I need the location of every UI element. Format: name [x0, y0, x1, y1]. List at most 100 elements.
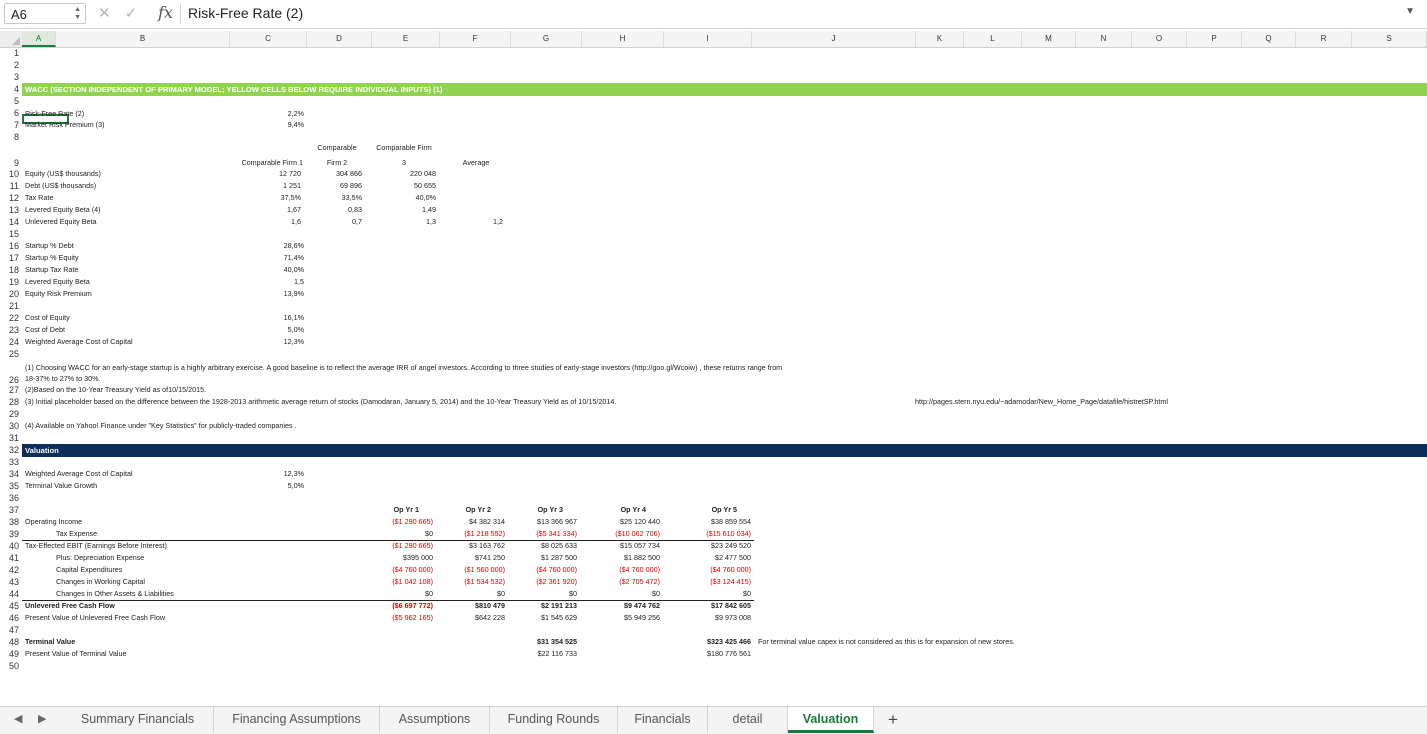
row-header-6[interactable]: 6 [0, 108, 22, 118]
wacc-section-header[interactable]: WACC (SECTION INDEPENDENT OF PRIMARY MOD… [22, 83, 1427, 96]
valuation-line-label[interactable]: Tax Expense [56, 529, 97, 538]
valuation-value[interactable]: ($4 760 000) [570, 565, 660, 574]
valuation-value[interactable]: $0 [570, 589, 660, 598]
column-header-p[interactable]: P [1187, 31, 1242, 47]
valuation-wacc-value[interactable]: 12,3% [184, 469, 304, 478]
valuation-value[interactable]: $17 842 605 [661, 601, 751, 610]
row-header-32[interactable]: 32 [0, 445, 22, 455]
startup-value[interactable]: 1,5 [184, 277, 304, 286]
year-header[interactable]: Op Yr 3 [503, 505, 563, 514]
row-header-36[interactable]: 36 [0, 493, 22, 503]
row-header-27[interactable]: 27 [0, 385, 22, 395]
column-header-n[interactable]: N [1076, 31, 1132, 47]
terminal-value-note[interactable]: For terminal value capex is not consider… [758, 637, 1015, 646]
startup-label[interactable]: Levered Equity Beta [25, 277, 90, 286]
terminal-value-g[interactable]: $31 354 525 [487, 637, 577, 646]
pv-terminal-i[interactable]: $180 776 561 [661, 649, 751, 658]
comp-row-label[interactable]: Tax Rate [25, 193, 53, 202]
valuation-value[interactable]: ($5 341 334) [487, 529, 577, 538]
row-header-4[interactable]: 4 [0, 84, 22, 94]
row-header-47[interactable]: 47 [0, 625, 22, 635]
year-header[interactable]: Op Yr 5 [677, 505, 737, 514]
valuation-section-header[interactable]: Valuation [22, 444, 1427, 457]
row-header-9[interactable]: 9 [0, 158, 22, 168]
column-header-j[interactable]: J [752, 31, 916, 47]
valuation-value[interactable]: ($2 361 920) [487, 577, 577, 586]
row-header-23[interactable]: 23 [0, 325, 22, 335]
tab-detail[interactable]: detail [708, 707, 788, 733]
startup-value[interactable]: 71,4% [184, 253, 304, 262]
valuation-value[interactable]: $9 474 762 [570, 601, 660, 610]
row-header-44[interactable]: 44 [0, 589, 22, 599]
row-header-1[interactable]: 1 [0, 48, 22, 58]
valuation-line-label[interactable]: Tax-Effected EBIT (Earnings Before Inter… [25, 541, 167, 550]
cost-value[interactable]: 12,3% [184, 337, 304, 346]
column-header-q[interactable]: Q [1242, 31, 1296, 47]
row-header-14[interactable]: 14 [0, 217, 22, 227]
row-header-29[interactable]: 29 [0, 409, 22, 419]
cost-label[interactable]: Cost of Debt [25, 325, 65, 334]
valuation-value[interactable]: ($15 610 034) [661, 529, 751, 538]
row-header-7[interactable]: 7 [0, 120, 22, 130]
valuation-line-label[interactable]: Capital Expenditures [56, 565, 122, 574]
year-header[interactable]: Op Yr 1 [359, 505, 419, 514]
pv-terminal-label[interactable]: Present Value of Terminal Value [25, 649, 126, 658]
risk-free-value[interactable]: 2,2% [184, 109, 304, 118]
column-header-d[interactable]: D [307, 31, 372, 47]
comp-row-label[interactable]: Unlevered Equity Beta [25, 217, 97, 226]
valuation-wacc-label[interactable]: Weighted Average Cost of Capital [25, 469, 133, 478]
tab-valuation[interactable]: Valuation [788, 707, 874, 733]
column-header-f[interactable]: F [440, 31, 511, 47]
valuation-line-label[interactable]: Unlevered Free Cash Flow [25, 601, 115, 610]
column-header-h[interactable]: H [582, 31, 664, 47]
cost-value[interactable]: 5,0% [184, 325, 304, 334]
column-header-l[interactable]: L [964, 31, 1022, 47]
valuation-value[interactable]: $25 120 440 [570, 517, 660, 526]
valuation-value[interactable]: ($10 062 706) [570, 529, 660, 538]
row-header-38[interactable]: 38 [0, 517, 22, 527]
column-header-s[interactable]: S [1352, 31, 1427, 47]
valuation-value[interactable]: ($3 124 415) [661, 577, 751, 586]
select-all-corner[interactable] [0, 31, 23, 47]
comp-row-label[interactable]: Debt (US$ thousands) [25, 181, 96, 190]
column-header-c[interactable]: C [230, 31, 307, 47]
next-sheet-icon[interactable]: ▶ [38, 712, 46, 725]
name-box-stepper-icon[interactable]: ▲ ▼ [74, 6, 81, 22]
valuation-line-label[interactable]: Plus: Depreciation Expense [56, 553, 144, 562]
row-header-49[interactable]: 49 [0, 649, 22, 659]
column-header-g[interactable]: G [511, 31, 582, 47]
comp-row-label[interactable]: Levered Equity Beta (4) [25, 205, 101, 214]
add-sheet-icon[interactable]: + [888, 710, 898, 730]
startup-label[interactable]: Startup % Debt [25, 241, 74, 250]
column-header-a[interactable]: A [22, 31, 56, 47]
note-1-cont[interactable]: 18-37% to 27% to 30%. [25, 374, 101, 383]
valuation-line-label[interactable]: Present Value of Unlevered Free Cash Flo… [25, 613, 165, 622]
market-risk-premium-label[interactable]: Market Risk Premium (3) [25, 120, 104, 129]
name-box[interactable]: A6 ▲ ▼ [4, 3, 86, 24]
comp3-header[interactable]: Comparable Firm [354, 143, 454, 152]
comp3-value[interactable]: 1,49 [316, 205, 436, 214]
row-header-40[interactable]: 40 [0, 541, 22, 551]
startup-label[interactable]: Startup % Equity [25, 253, 79, 262]
cost-label[interactable]: Weighted Average Cost of Capital [25, 337, 133, 346]
tab-summary-financials[interactable]: Summary Financials [62, 707, 214, 733]
row-header-24[interactable]: 24 [0, 337, 22, 347]
note-2[interactable]: (2)Based on the 10-Year Treasury Yield a… [25, 385, 206, 394]
valuation-value[interactable]: $2 477 500 [661, 553, 751, 562]
valuation-value[interactable]: $1 882 500 [570, 553, 660, 562]
valuation-line-label[interactable]: Changes in Working Capital [56, 577, 145, 586]
row-header-46[interactable]: 46 [0, 613, 22, 623]
column-header-i[interactable]: I [664, 31, 752, 47]
column-header-e[interactable]: E [372, 31, 440, 47]
note-3-link[interactable]: http://pages.stern.nyu.edu/~adamodar/New… [915, 397, 1168, 406]
comp3-value[interactable]: 50 655 [316, 181, 436, 190]
prev-sheet-icon[interactable]: ◀ [14, 712, 22, 725]
row-header-31[interactable]: 31 [0, 433, 22, 443]
row-header-35[interactable]: 35 [0, 481, 22, 491]
startup-value[interactable]: 13,9% [184, 289, 304, 298]
valuation-value[interactable]: ($4 760 000) [487, 565, 577, 574]
row-header-42[interactable]: 42 [0, 565, 22, 575]
row-header-50[interactable]: 50 [0, 661, 22, 671]
valuation-value[interactable]: ($2 705 472) [570, 577, 660, 586]
row-header-19[interactable]: 19 [0, 277, 22, 287]
